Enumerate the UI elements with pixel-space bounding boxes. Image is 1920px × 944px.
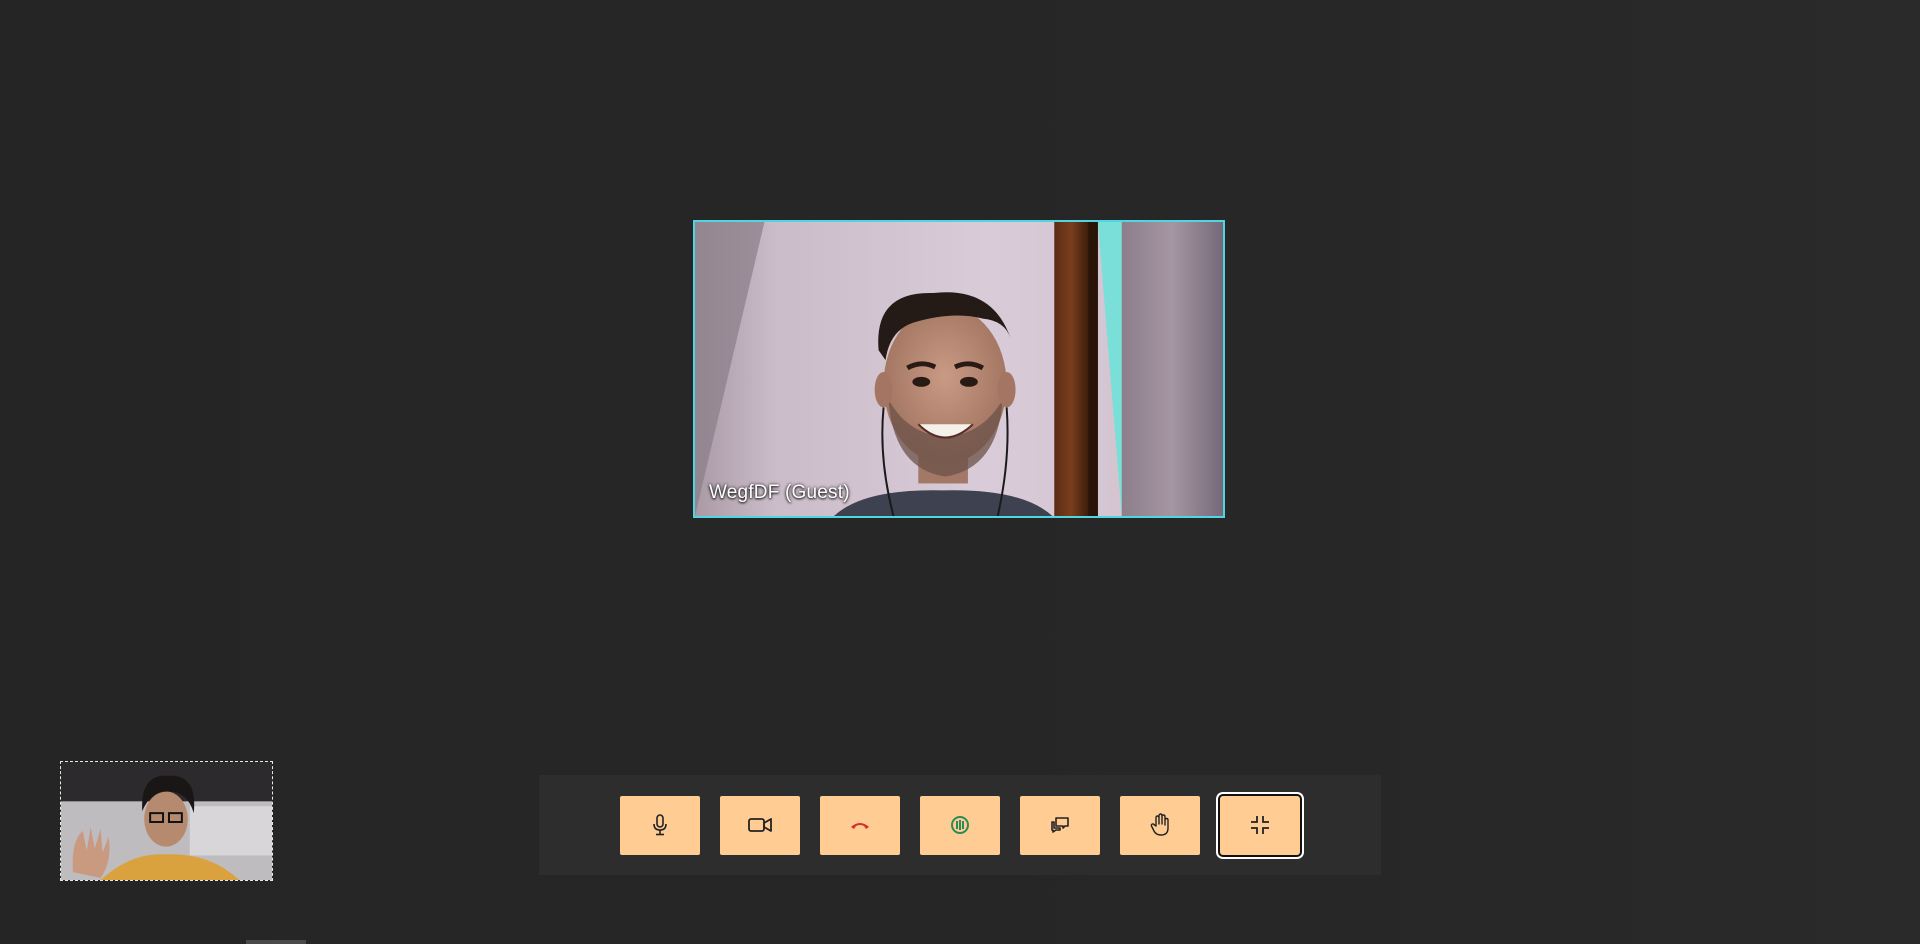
exit-fullscreen-button[interactable] xyxy=(1218,793,1302,857)
audio-button[interactable] xyxy=(920,795,1000,855)
raise-hand-button[interactable] xyxy=(1120,795,1200,855)
video-camera-icon xyxy=(748,817,772,833)
call-control-bar xyxy=(539,775,1381,875)
microphone-button[interactable] xyxy=(620,795,700,855)
phone-hangup-icon xyxy=(849,819,871,831)
raise-hand-icon xyxy=(1150,813,1170,837)
self-view-video xyxy=(61,762,272,880)
microphone-icon xyxy=(650,814,670,836)
participant-name-label: WegfDF (Guest) xyxy=(709,482,850,503)
camera-button[interactable] xyxy=(720,795,800,855)
chat-button[interactable] xyxy=(1020,795,1100,855)
exit-fullscreen-icon xyxy=(1249,814,1271,836)
hang-up-button[interactable] xyxy=(820,795,900,855)
main-participant-tile[interactable]: WegfDF (Guest) xyxy=(693,220,1225,518)
self-view-tile[interactable] xyxy=(60,761,273,881)
sound-waves-icon xyxy=(950,815,970,835)
meeting-stage: WegfDF (Guest) xyxy=(0,0,1920,944)
chat-bubbles-icon xyxy=(1050,816,1070,834)
participant-video xyxy=(695,222,1223,516)
horizontal-scrollbar-thumb[interactable] xyxy=(246,940,306,944)
